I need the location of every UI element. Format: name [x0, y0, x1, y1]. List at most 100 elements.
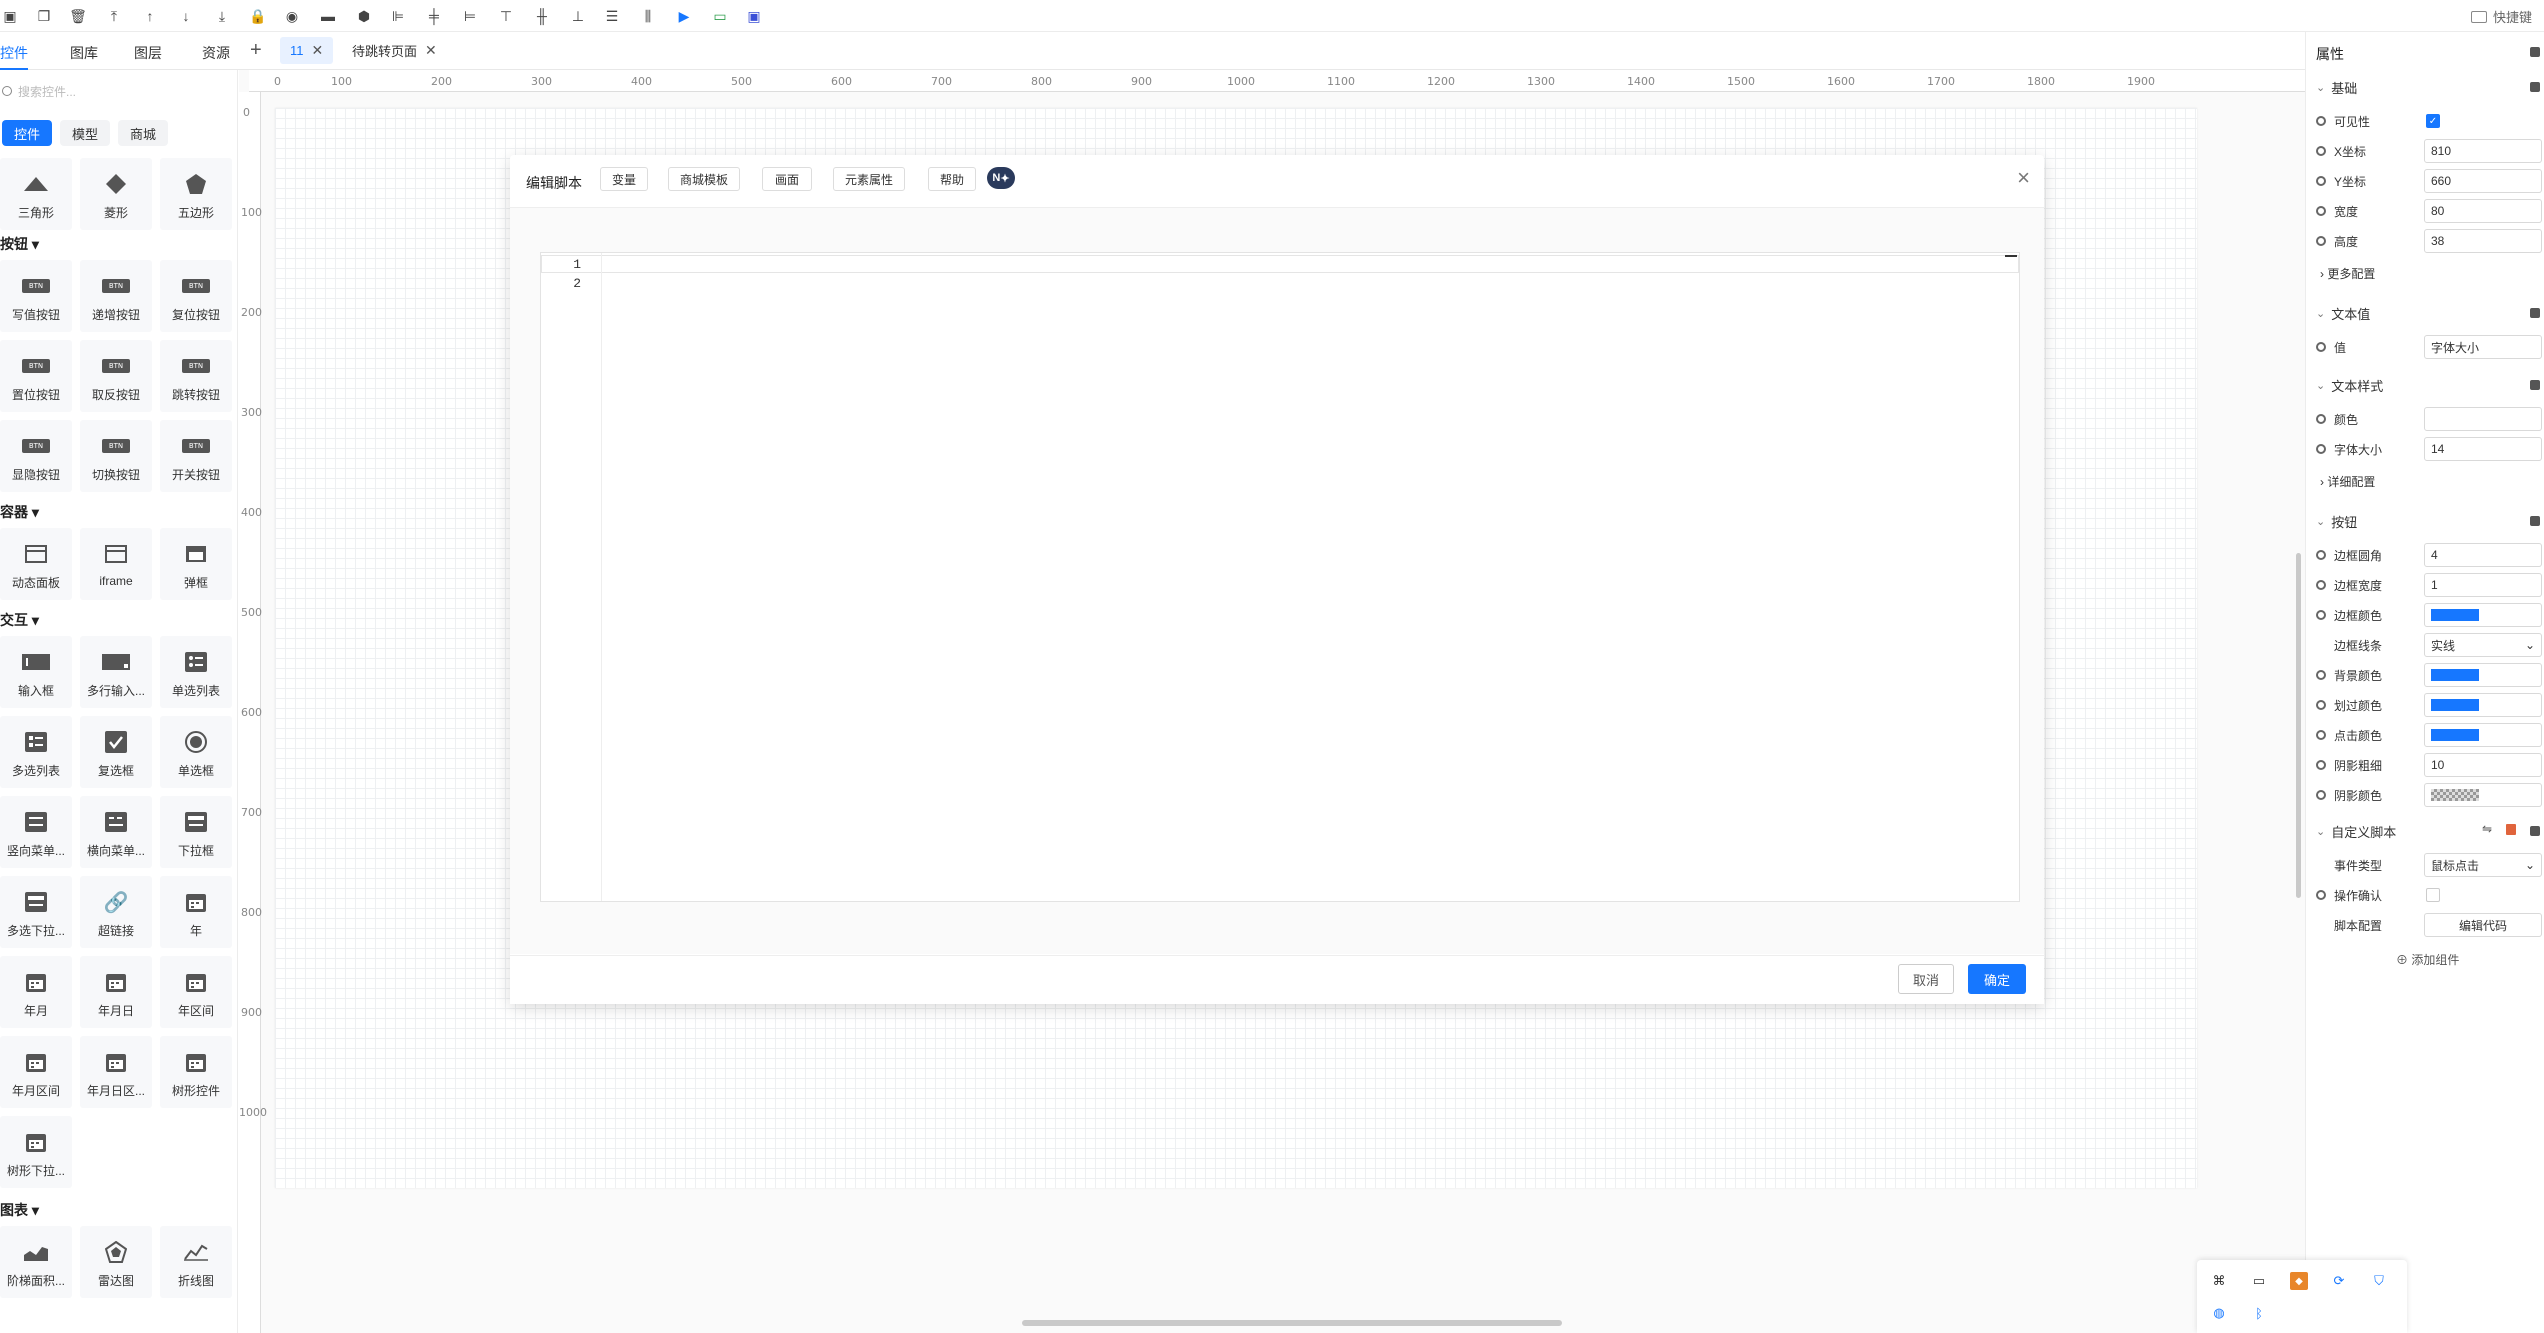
component-interaction[interactable]: 年月区间	[0, 1036, 72, 1108]
group-icon[interactable]: ⬢	[354, 6, 374, 26]
page-tab[interactable]: 11 ✕	[280, 37, 334, 64]
component-button[interactable]: BTN 写值按钮	[0, 260, 72, 332]
close-icon[interactable]: ×	[2017, 165, 2030, 191]
align-right-icon[interactable]: ⊨	[460, 6, 480, 26]
publish-icon[interactable]: ▣	[744, 6, 764, 26]
component-interaction[interactable]: 树形控件	[160, 1036, 232, 1108]
search-input[interactable]: 搜索控件...	[0, 80, 230, 102]
height-input[interactable]: 38	[2424, 229, 2542, 253]
bind-dot-icon[interactable]	[2316, 444, 2326, 454]
y-input[interactable]: 660	[2424, 169, 2542, 193]
bring-forward-icon[interactable]: ↑	[140, 6, 160, 26]
component-interaction[interactable]: 复选框	[80, 716, 152, 788]
add-page-button[interactable]: +	[250, 39, 262, 62]
section-container[interactable]: 容器 ▾	[0, 502, 39, 522]
component-button[interactable]: BTN 跳转按钮	[160, 340, 232, 412]
ai-badge[interactable]: N ✦	[987, 167, 1015, 189]
component-diamond[interactable]: 菱形	[80, 158, 152, 230]
distribute-v-icon[interactable]: ☰	[602, 6, 622, 26]
component-interaction[interactable]: 横向菜单...	[80, 796, 152, 868]
section-buttons[interactable]: 按钮 ▾	[0, 234, 39, 254]
detail-config-toggle[interactable]: › 详细配置	[2320, 473, 2375, 490]
more-config-toggle[interactable]: › 更多配置	[2320, 265, 2375, 282]
sync-icon[interactable]: ⟳	[2330, 1272, 2348, 1290]
bind-dot-icon[interactable]	[2316, 236, 2326, 246]
component-button[interactable]: BTN 复位按钮	[160, 260, 232, 332]
bind-dot-icon[interactable]	[2316, 700, 2326, 710]
save-icon[interactable]: ▣	[0, 6, 20, 26]
bluetooth-icon[interactable]: ᛒ	[2250, 1304, 2268, 1322]
bind-dot-icon[interactable]	[2316, 550, 2326, 560]
bind-dot-icon[interactable]	[2316, 342, 2326, 352]
bind-dot-icon[interactable]	[2316, 610, 2326, 620]
component-interaction[interactable]: 多行输入...	[80, 636, 152, 708]
bind-dot-icon[interactable]	[2316, 176, 2326, 186]
group-menu-icon[interactable]	[2530, 82, 2540, 92]
component-button[interactable]: BTN 递增按钮	[80, 260, 152, 332]
send-backward-icon[interactable]: ↓	[176, 6, 196, 26]
bring-top-icon[interactable]: ⤒	[104, 6, 124, 26]
component-interaction[interactable]: 🔗 超链接	[80, 876, 152, 948]
component-chart[interactable]: 折线图	[160, 1226, 232, 1298]
component-interaction[interactable]: 下拉框	[160, 796, 232, 868]
component-triangle[interactable]: 三角形	[0, 158, 72, 230]
shield-icon[interactable]: ⛉	[2370, 1272, 2388, 1290]
copy-icon[interactable]: ❐	[34, 6, 54, 26]
vertical-scrollbar[interactable]	[2296, 553, 2301, 898]
component-interaction[interactable]: 输入框	[0, 636, 72, 708]
component-button[interactable]: BTN 取反按钮	[80, 340, 152, 412]
component-interaction[interactable]: 年月日	[80, 956, 152, 1028]
font-size-input[interactable]: 14	[2424, 437, 2542, 461]
confirm-button[interactable]: 确定	[1968, 964, 2026, 994]
align-middle-icon[interactable]: ╫	[532, 6, 552, 26]
swap-icon[interactable]: ⇋	[2482, 822, 2492, 836]
group-button[interactable]: ⌄ 按钮	[2316, 512, 2357, 531]
network-icon[interactable]: ◍	[2210, 1304, 2228, 1322]
component-interaction[interactable]: 多选列表	[0, 716, 72, 788]
component-button[interactable]: BTN 切换按钮	[80, 420, 152, 492]
component-button[interactable]: BTN 开关按钮	[160, 420, 232, 492]
bg-color-picker[interactable]	[2424, 663, 2542, 687]
security-app-icon[interactable]: ◆	[2290, 1272, 2308, 1290]
bind-dot-icon[interactable]	[2316, 206, 2326, 216]
component-interaction[interactable]: 单选框	[160, 716, 232, 788]
send-bottom-icon[interactable]: ⤓	[212, 6, 232, 26]
align-center-h-icon[interactable]: ╪	[424, 6, 444, 26]
group-menu-icon[interactable]	[2530, 380, 2540, 390]
shortcut-button[interactable]: 快捷键	[2470, 7, 2532, 26]
section-interaction[interactable]: 交互 ▾	[0, 610, 39, 630]
border-width-input[interactable]: 1	[2424, 573, 2542, 597]
group-custom-script[interactable]: ⌄ 自定义脚本	[2316, 822, 2396, 841]
component-pentagon[interactable]: 五边形	[160, 158, 232, 230]
align-left-icon[interactable]: ⊫	[388, 6, 408, 26]
group-basic[interactable]: ⌄ 基础	[2316, 78, 2357, 97]
add-component-button[interactable]: ⊕ 添加组件	[2396, 951, 2459, 968]
horizontal-scrollbar[interactable]	[1022, 1320, 1562, 1326]
tab-gallery[interactable]: 图库	[70, 43, 98, 63]
group-menu-icon[interactable]	[2530, 308, 2540, 318]
group-menu-icon[interactable]	[2530, 826, 2540, 836]
shadow-size-input[interactable]: 10	[2424, 753, 2542, 777]
group-text-value[interactable]: ⌄ 文本值	[2316, 304, 2370, 323]
bind-dot-icon[interactable]	[2316, 730, 2326, 740]
radius-input[interactable]: 4	[2424, 543, 2542, 567]
component-interaction[interactable]: 年区间	[160, 956, 232, 1028]
section-charts[interactable]: 图表 ▾	[0, 1200, 39, 1220]
monitor-icon[interactable]: ▭	[710, 6, 730, 26]
app-icon[interactable]: ⌘	[2210, 1272, 2228, 1290]
component-interaction[interactable]: 多选下拉...	[0, 876, 72, 948]
close-icon[interactable]: ✕	[312, 42, 324, 59]
border-style-select[interactable]: 实线 ⌄	[2424, 633, 2542, 657]
width-input[interactable]: 80	[2424, 199, 2542, 223]
group-menu-icon[interactable]	[2530, 516, 2540, 526]
screens-button[interactable]: 画面	[762, 167, 812, 191]
x-input[interactable]: 810	[2424, 139, 2542, 163]
shadow-color-picker[interactable]	[2424, 783, 2542, 807]
folder-icon[interactable]: ▬	[318, 6, 338, 26]
align-top-icon[interactable]: ⊤	[496, 6, 516, 26]
bind-dot-icon[interactable]	[2316, 116, 2326, 126]
tab-controls[interactable]: 控件	[0, 43, 28, 63]
store-templates-button[interactable]: 商城模板	[668, 167, 740, 191]
text-color-picker[interactable]	[2424, 407, 2542, 431]
component-interaction[interactable]: 树形下拉...	[0, 1116, 72, 1188]
